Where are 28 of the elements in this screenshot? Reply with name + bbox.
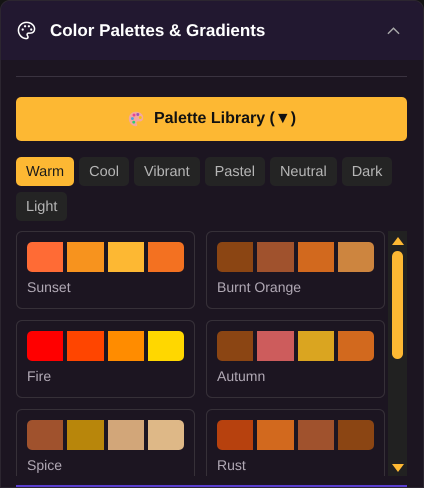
palette-card[interactable]: Rust (206, 409, 385, 476)
category-tab[interactable]: Pastel (204, 157, 265, 186)
palette-name: Spice (27, 457, 64, 473)
category-tab[interactable]: Vibrant (134, 157, 200, 186)
scroll-up-icon[interactable] (392, 237, 404, 245)
scrollbar[interactable] (388, 231, 407, 476)
category-tab[interactable]: Neutral (270, 157, 337, 186)
palette-icon (17, 21, 36, 40)
palette-card[interactable]: Fire (16, 320, 195, 398)
palette-name: Burnt Orange (217, 279, 302, 295)
panel-title: Color Palettes & Gradients (50, 20, 266, 40)
palette-name: Fire (27, 368, 52, 384)
palette-name: Rust (217, 457, 247, 473)
scroll-down-icon[interactable] (392, 464, 404, 472)
palette-name: Sunset (27, 279, 72, 295)
palette-card[interactable]: Spice (16, 409, 195, 476)
palette-icon (126, 110, 145, 128)
chevron-up-icon[interactable] (387, 26, 400, 34)
palette-card[interactable]: Sunset (16, 231, 195, 309)
category-tab[interactable]: Warm (16, 157, 74, 186)
scrollbar-thumb[interactable] (392, 251, 403, 359)
category-tab[interactable]: Light (16, 192, 68, 221)
category-tab[interactable]: Cool (79, 157, 129, 186)
palette-card[interactable]: Autumn (206, 320, 385, 398)
palette-card[interactable]: Burnt Orange (206, 231, 385, 309)
category-tab[interactable]: Dark (342, 157, 392, 186)
palette-name: Autumn (217, 368, 266, 384)
palette-library-button[interactable]: Palette Library (▼) (16, 97, 407, 141)
